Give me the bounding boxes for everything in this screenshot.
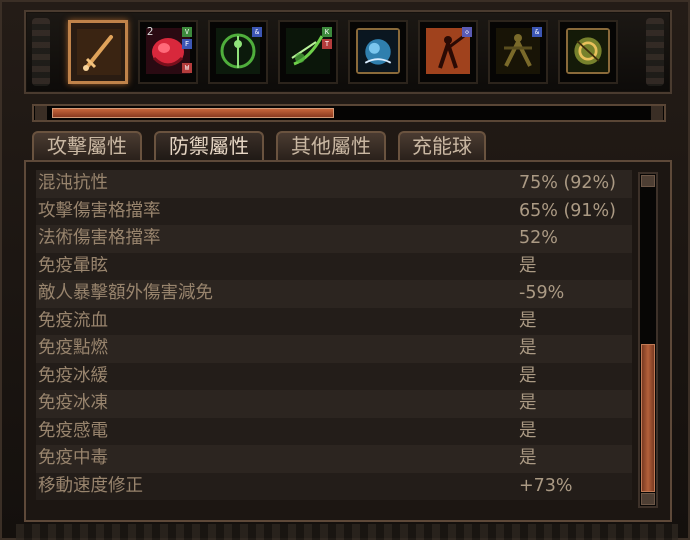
stat-label: 免疫中毒 [38, 448, 108, 468]
sword-icon [77, 29, 121, 75]
skill-slot-8[interactable] [558, 20, 618, 84]
stat-value: 是 [519, 338, 537, 358]
stat-row: 混沌抗性 75% (92%) [36, 170, 632, 198]
stat-row: 免疫暈眩 是 [36, 252, 632, 280]
slot-3-mark: & [252, 27, 262, 37]
slot-6-mark: ◇ [462, 27, 472, 37]
stats-list: 混沌抗性 75% (92%) 攻擊傷害格擋率 65% (91%) 法術傷害格擋率 52… [36, 170, 632, 500]
stat-row: 攻擊傷害格擋率 65% (91%) [36, 197, 632, 225]
skill-slot-1[interactable] [68, 20, 128, 84]
blue-orb-icon [356, 28, 400, 74]
progress-bar [32, 104, 666, 122]
slot-4-mark-t: T [322, 39, 332, 49]
stat-value: 52% [519, 228, 558, 248]
stat-value: -59% [519, 283, 565, 303]
stat-value: 65% (91%) [519, 200, 617, 221]
tab-defense-stats[interactable]: 防禦屬性 [154, 131, 264, 162]
green-gold-shield-icon [566, 28, 610, 74]
stat-label: 混沌抗性 [38, 173, 108, 193]
scroll-thumb[interactable] [641, 344, 655, 492]
stat-label: 免疫暈眩 [38, 255, 108, 276]
stat-value: 是 [519, 310, 537, 331]
stat-value: 是 [519, 393, 537, 413]
stat-value: 75% (92%) [519, 173, 617, 193]
stat-label: 免疫冰凍 [38, 393, 108, 413]
right-ornament [646, 18, 664, 86]
stat-value: +73% [519, 475, 573, 496]
slot-2-mark-f: F [182, 39, 192, 49]
stat-row: 免疫中毒 是 [36, 445, 632, 473]
scroll-down-button[interactable] [641, 493, 655, 505]
stat-value: 是 [519, 420, 537, 441]
stat-label: 免疫流血 [38, 310, 108, 331]
stat-row: 免疫感電 是 [36, 417, 632, 445]
slot-2-mark-v: V [182, 27, 192, 37]
scroll-up-button[interactable] [641, 175, 655, 187]
stat-row: 免疫點燃 是 [36, 335, 632, 363]
skill-slot-3[interactable]: & [208, 20, 268, 84]
skill-slot-5[interactable] [348, 20, 408, 84]
slot-7-mark: & [532, 27, 542, 37]
stat-label: 移動速度修正 [38, 475, 143, 496]
left-ornament [32, 18, 50, 86]
skill-slot-6[interactable]: ◇ [418, 20, 478, 84]
bottom-ornament [16, 524, 678, 540]
stat-label: 免疫點燃 [38, 338, 108, 358]
progress-fill [52, 108, 334, 118]
stat-value: 是 [519, 255, 537, 276]
skill-bar: 2 V F W & K T ◇ & [24, 10, 672, 94]
stat-row: 敵人暴擊額外傷害減免 -59% [36, 280, 632, 308]
stat-label: 法術傷害格擋率 [38, 228, 161, 248]
stat-label: 免疫冰緩 [38, 365, 108, 386]
stat-row: 免疫冰緩 是 [36, 362, 632, 390]
stat-row: 免疫流血 是 [36, 307, 632, 335]
stat-label: 攻擊傷害格擋率 [38, 200, 161, 221]
stat-row: 移動速度修正 +73% [36, 472, 632, 500]
stat-value: 是 [519, 448, 537, 468]
skill-slot-2[interactable]: 2 V F W [138, 20, 198, 84]
tab-other-stats[interactable]: 其他屬性 [276, 131, 386, 160]
stats-panel: 混沌抗性 75% (92%) 攻擊傷害格擋率 65% (91%) 法術傷害格擋率 52… [24, 160, 672, 522]
stat-value: 是 [519, 365, 537, 386]
tab-attack-stats[interactable]: 攻擊屬性 [32, 131, 142, 160]
slot-2-mark-w: W [182, 63, 192, 73]
stat-label: 敵人暴擊額外傷害減免 [38, 283, 213, 303]
scrollbar[interactable] [638, 172, 658, 508]
stat-label: 免疫感電 [38, 420, 108, 441]
tab-charges[interactable]: 充能球 [398, 131, 486, 160]
slot-4-mark-k: K [322, 27, 332, 37]
stat-row: 法術傷害格擋率 52% [36, 225, 632, 253]
stat-row: 免疫冰凍 是 [36, 390, 632, 418]
progress-cap-right [651, 106, 663, 120]
skill-slot-4[interactable]: K T [278, 20, 338, 84]
slot-2-mark-count: 2 [146, 25, 154, 38]
window-frame: 2 V F W & K T ◇ & 攻擊屬性 防禦屬性 其他屬性 充能球 混沌抗… [0, 0, 690, 540]
progress-cap-left [35, 106, 47, 120]
skill-slot-7[interactable]: & [488, 20, 548, 84]
